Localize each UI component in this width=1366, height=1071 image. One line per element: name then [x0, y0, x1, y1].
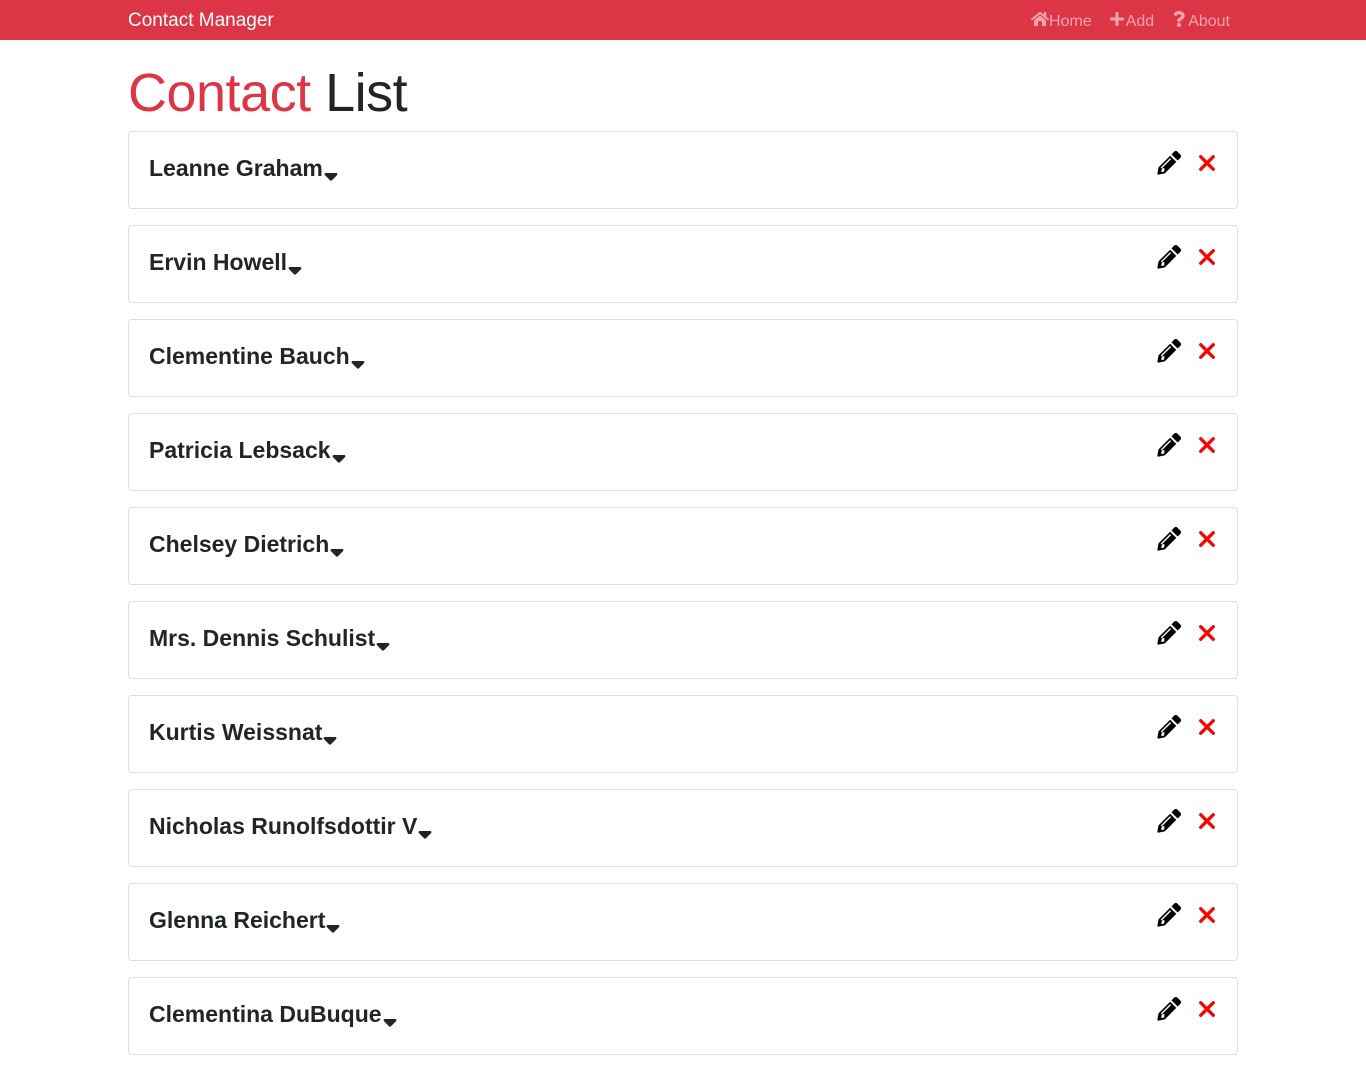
pencil-icon[interactable]	[1157, 339, 1181, 363]
pencil-icon[interactable]	[1157, 433, 1181, 457]
contact-card: Glenna Reichert	[128, 883, 1238, 961]
contact-actions	[1157, 339, 1219, 363]
question-icon	[1170, 11, 1188, 32]
nav-add-link[interactable]: Add	[1108, 11, 1154, 32]
contact-name: Nicholas Runolfsdottir V	[149, 813, 418, 839]
contact-list: Leanne Graham Ervin Howell Clementine Ba…	[128, 131, 1238, 1071]
contact-name-row: Nicholas Runolfsdottir V	[149, 813, 432, 839]
caret-down-icon[interactable]	[323, 733, 337, 745]
contact-name-row: Mrs. Dennis Schulist	[149, 625, 390, 651]
pencil-icon[interactable]	[1157, 997, 1181, 1021]
caret-down-icon[interactable]	[383, 1015, 397, 1027]
pencil-icon[interactable]	[1157, 527, 1181, 551]
pencil-icon[interactable]	[1157, 809, 1181, 833]
contact-name: Clementina DuBuque	[149, 1001, 382, 1027]
contact-name: Patricia Lebsack	[149, 437, 331, 463]
contact-card: Patricia Lebsack	[128, 413, 1238, 491]
contact-name: Kurtis Weissnat	[149, 719, 323, 745]
times-icon[interactable]	[1195, 809, 1219, 833]
navbar: Contact Manager Home Add About	[0, 0, 1366, 40]
pencil-icon[interactable]	[1157, 245, 1181, 269]
times-icon[interactable]	[1195, 621, 1219, 645]
times-icon[interactable]	[1195, 997, 1219, 1021]
page-title-rest: List	[310, 63, 408, 123]
contact-card: Leanne Graham	[128, 131, 1238, 209]
contact-name-row: Kurtis Weissnat	[149, 719, 337, 745]
caret-down-icon[interactable]	[351, 357, 365, 369]
nav-links: Home Add About	[1031, 11, 1230, 32]
nav-add-label: Add	[1125, 12, 1155, 30]
contact-card: Kurtis Weissnat	[128, 695, 1238, 773]
page-title: Contact List	[128, 62, 408, 124]
contact-name: Glenna Reichert	[149, 907, 326, 933]
pencil-icon[interactable]	[1157, 903, 1181, 927]
times-icon[interactable]	[1195, 715, 1219, 739]
contact-name: Leanne Graham	[149, 155, 323, 181]
contact-actions	[1157, 245, 1219, 269]
contact-name: Clementine Bauch	[149, 343, 350, 369]
times-icon[interactable]	[1195, 245, 1219, 269]
times-icon[interactable]	[1195, 339, 1219, 363]
contact-name: Ervin Howell	[149, 249, 288, 275]
times-icon[interactable]	[1195, 151, 1219, 175]
contact-card: Chelsey Dietrich	[128, 507, 1238, 585]
contact-name-row: Chelsey Dietrich	[149, 531, 344, 557]
contact-name-row: Leanne Graham	[149, 155, 338, 181]
caret-down-icon[interactable]	[330, 545, 344, 557]
times-icon[interactable]	[1195, 527, 1219, 551]
contact-actions	[1157, 621, 1219, 645]
contact-actions	[1157, 151, 1219, 175]
caret-down-icon[interactable]	[324, 169, 338, 181]
caret-down-icon[interactable]	[376, 639, 390, 651]
contact-card: Mrs. Dennis Schulist	[128, 601, 1238, 679]
contact-card: Nicholas Runolfsdottir V	[128, 789, 1238, 867]
contact-name: Mrs. Dennis Schulist	[149, 625, 376, 651]
contact-name-row: Clementina DuBuque	[149, 1001, 397, 1027]
page-title-accent: Contact	[128, 63, 311, 123]
contact-card: Clementina DuBuque	[128, 977, 1238, 1055]
contact-name-row: Patricia Lebsack	[149, 437, 346, 463]
contact-name: Chelsey Dietrich	[149, 531, 330, 557]
brand-link[interactable]: Contact Manager	[128, 10, 274, 32]
times-icon[interactable]	[1195, 433, 1219, 457]
pencil-icon[interactable]	[1157, 715, 1181, 739]
nav-home-label: Home	[1049, 12, 1092, 30]
contact-name-row: Glenna Reichert	[149, 907, 340, 933]
contact-actions	[1157, 715, 1219, 739]
caret-down-icon[interactable]	[326, 921, 340, 933]
nav-home-link[interactable]: Home	[1031, 11, 1092, 32]
home-icon	[1031, 11, 1050, 32]
contact-card: Ervin Howell	[128, 225, 1238, 303]
contact-card: Clementine Bauch	[128, 319, 1238, 397]
plus-icon	[1108, 11, 1126, 32]
contact-actions	[1157, 903, 1219, 927]
contact-actions	[1157, 527, 1219, 551]
contact-name-row: Clementine Bauch	[149, 343, 365, 369]
pencil-icon[interactable]	[1157, 621, 1181, 645]
times-icon[interactable]	[1195, 903, 1219, 927]
caret-down-icon[interactable]	[418, 827, 432, 839]
caret-down-icon[interactable]	[332, 451, 346, 463]
nav-about-label: About	[1188, 12, 1230, 30]
pencil-icon[interactable]	[1157, 151, 1181, 175]
contact-name-row: Ervin Howell	[149, 249, 302, 275]
contact-actions	[1157, 809, 1219, 833]
contact-actions	[1157, 433, 1219, 457]
contact-actions	[1157, 997, 1219, 1021]
caret-down-icon[interactable]	[288, 263, 302, 275]
nav-about-link[interactable]: About	[1170, 11, 1230, 32]
